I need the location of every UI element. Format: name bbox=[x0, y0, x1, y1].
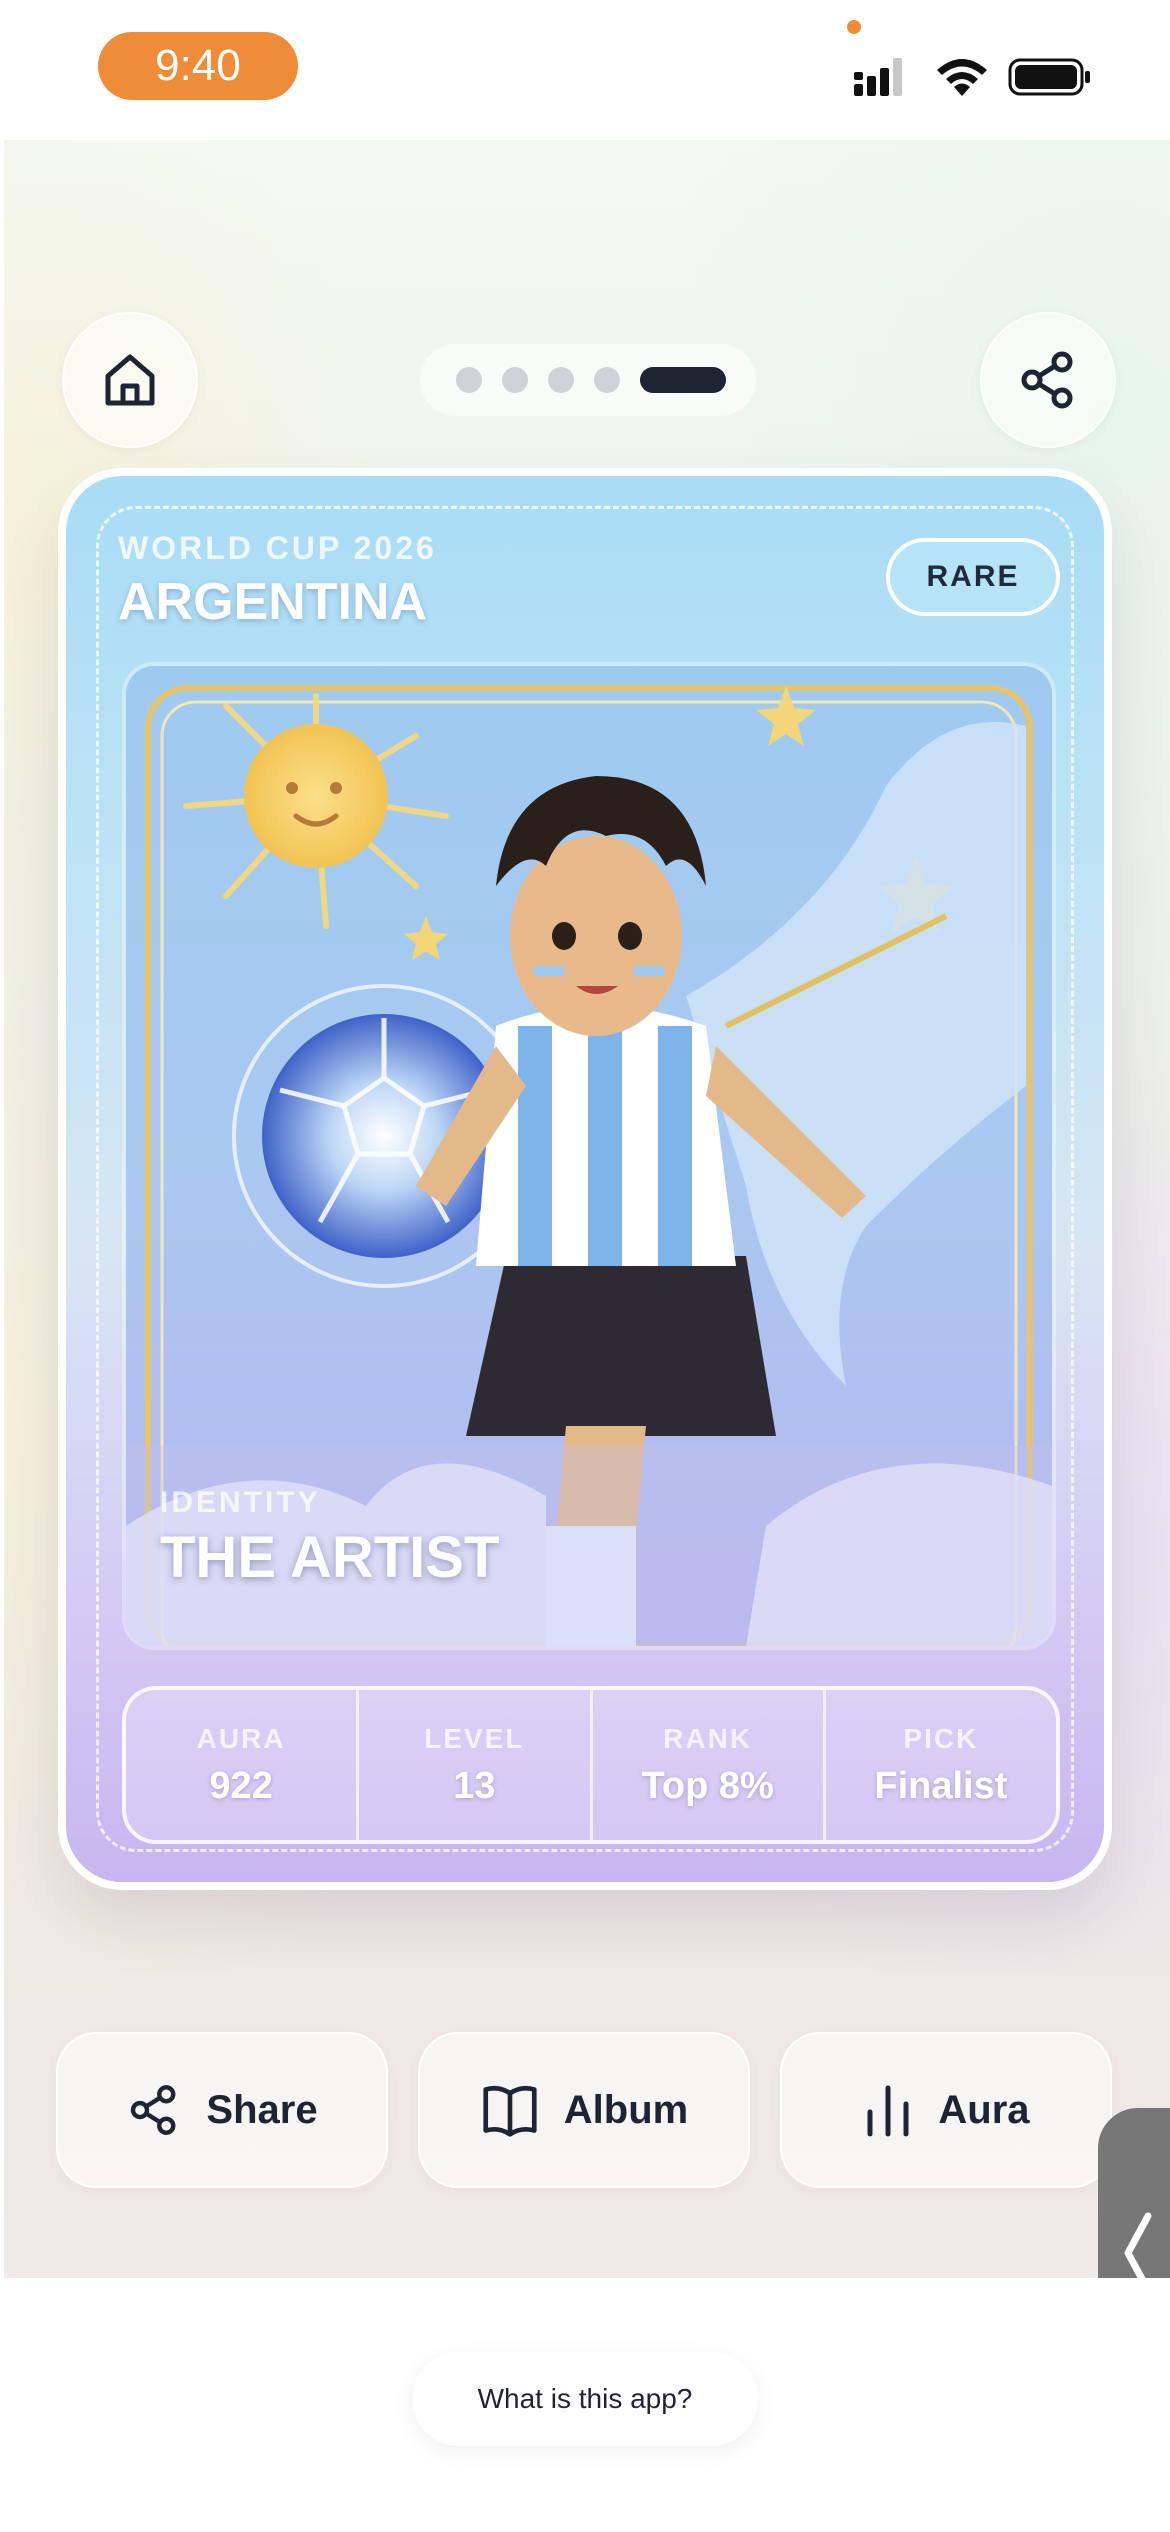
page-dot[interactable] bbox=[594, 367, 620, 393]
book-icon bbox=[483, 2085, 537, 2137]
stat-pick: PICK Finalist bbox=[826, 1690, 1056, 1840]
rarity-badge: RARE bbox=[886, 538, 1060, 616]
album-button[interactable]: Album bbox=[418, 2032, 750, 2188]
share-icon bbox=[1021, 351, 1073, 409]
share-icon bbox=[131, 2085, 176, 2135]
card-title: ARGENTINA bbox=[118, 573, 428, 631]
home-button[interactable] bbox=[62, 312, 198, 448]
share-button-label: Share bbox=[206, 2087, 318, 2132]
page-dot[interactable] bbox=[548, 367, 574, 393]
album-button-label: Album bbox=[563, 2087, 689, 2132]
aura-button-label: Aura bbox=[938, 2087, 1030, 2132]
aura-button[interactable]: Aura bbox=[780, 2032, 1112, 2188]
bar-chart-icon bbox=[867, 2085, 909, 2137]
status-time: 9:40 bbox=[98, 32, 298, 100]
share-button[interactable]: Share bbox=[56, 2032, 388, 2188]
stat-label: PICK bbox=[903, 1722, 979, 1754]
stat-value: Top 8% bbox=[641, 1764, 774, 1807]
share-top-button[interactable] bbox=[980, 312, 1116, 448]
page-dot-active[interactable] bbox=[640, 367, 726, 393]
recording-indicator bbox=[847, 20, 861, 34]
what-is-this-app-button[interactable]: What is this app? bbox=[412, 2352, 758, 2446]
page-dot[interactable] bbox=[502, 367, 528, 393]
action-bar: Share Album Aura bbox=[56, 2032, 1114, 2188]
identity-label: IDENTITY bbox=[160, 1486, 321, 1519]
stat-value: 13 bbox=[453, 1764, 496, 1807]
stat-level: LEVEL 13 bbox=[359, 1690, 593, 1840]
stat-label: LEVEL bbox=[424, 1722, 525, 1754]
cellular-signal-icon bbox=[854, 58, 902, 96]
stat-value: 922 bbox=[209, 1764, 273, 1807]
stat-label: RANK bbox=[663, 1722, 753, 1754]
home-icon bbox=[105, 354, 155, 406]
identity-value: THE ARTIST bbox=[160, 1525, 500, 1590]
stat-aura: AURA 922 bbox=[126, 1690, 360, 1840]
stat-label: AURA bbox=[196, 1722, 286, 1754]
status-bar: 9:40 bbox=[0, 0, 1170, 140]
card-eyebrow: WORLD CUP 2026 bbox=[118, 530, 437, 566]
page-indicator[interactable] bbox=[420, 344, 756, 416]
stat-rank: RANK Top 8% bbox=[593, 1690, 826, 1840]
page-dot[interactable] bbox=[456, 367, 482, 393]
stat-value: Finalist bbox=[874, 1764, 1008, 1807]
card-stats: AURA 922 LEVEL 13 RANK Top 8% PICK Final… bbox=[122, 1686, 1060, 1844]
wifi-icon bbox=[937, 59, 987, 96]
player-card[interactable]: WORLD CUP 2026 ARGENTINA RARE IDENTITY T… bbox=[58, 468, 1112, 1890]
battery-icon bbox=[1008, 58, 1090, 96]
